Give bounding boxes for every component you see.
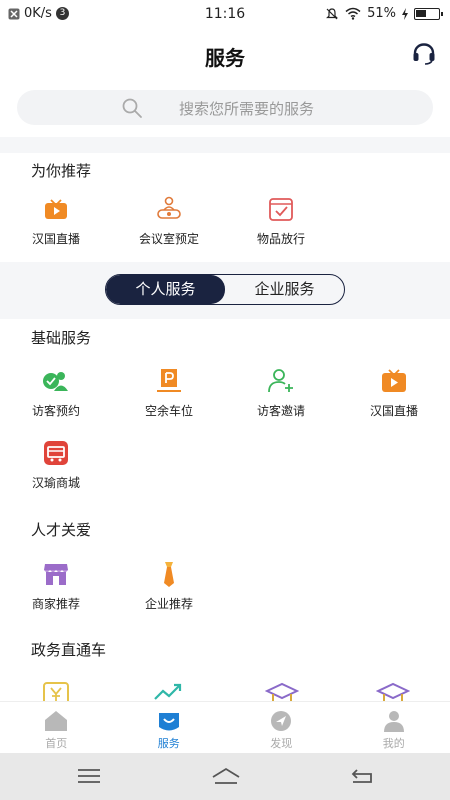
tab-label: 发现: [270, 737, 293, 750]
shop-icon: [44, 564, 68, 585]
basic-item-parking[interactable]: 空余车位: [113, 366, 225, 419]
visitor-invite-icon: [268, 369, 293, 393]
talent-item-label: 商家推荐: [31, 597, 80, 611]
recommend-item-meeting[interactable]: 会议室预定: [113, 194, 225, 247]
search-placeholder: 搜索您所需要的服务: [179, 100, 315, 118]
mall-icon: [44, 441, 68, 465]
wifi-icon: [345, 7, 361, 20]
mute-bell-icon: [326, 7, 339, 19]
tab-label: 服务: [157, 737, 180, 750]
graduation-cap-icon[interactable]: [376, 681, 410, 701]
compass-icon: [271, 711, 292, 731]
system-nav-bar: [0, 753, 450, 800]
tab-label: 首页: [45, 737, 68, 750]
service-type-toggle: 个人服务 企业服务: [105, 274, 345, 305]
goods-release-icon: [269, 198, 293, 221]
bottom-tab-bar: 首页 服务 发现 我的: [0, 701, 450, 754]
home-nav-icon[interactable]: [211, 766, 241, 786]
battery-fill: [416, 9, 426, 17]
tab-personal-service[interactable]: 个人服务: [106, 275, 225, 304]
basic-services-title: 基础服务: [31, 329, 92, 347]
charging-icon: [402, 7, 408, 20]
divider-band: [0, 137, 450, 153]
home-icon: [45, 711, 68, 731]
tab-home[interactable]: 首页: [0, 702, 113, 754]
gov-icons-row: [0, 681, 450, 701]
menu-icon[interactable]: [76, 766, 102, 786]
recommend-title: 为你推荐: [31, 162, 92, 180]
talent-item-enterprise[interactable]: 企业推荐: [113, 559, 225, 612]
basic-item-visitor-booking[interactable]: 访客预约: [0, 366, 112, 419]
recommend-item-label: 物品放行: [256, 232, 305, 246]
status-right: 51%: [325, 6, 443, 21]
basic-item-live[interactable]: 汉国直播: [338, 366, 450, 419]
parking-icon: [157, 369, 181, 392]
live-tv-icon: [45, 199, 67, 219]
basic-item-label: 访客预约: [31, 404, 80, 418]
basic-item-label: 汉瑜商城: [31, 476, 80, 490]
app-header: 服务: [0, 28, 450, 78]
recommend-item-live[interactable]: 汉国直播: [0, 194, 112, 247]
talent-item-shop[interactable]: 商家推荐: [0, 559, 112, 612]
search-bar[interactable]: 搜索您所需要的服务: [17, 90, 433, 125]
battery-percent: 51%: [367, 6, 396, 21]
recommend-item-goods[interactable]: 物品放行: [225, 194, 337, 247]
basic-item-visitor-invite[interactable]: 访客邀请: [225, 366, 337, 419]
basic-item-label: 访客邀请: [256, 404, 305, 418]
customer-service-headset-icon[interactable]: [412, 42, 436, 66]
service-bag-icon: [158, 713, 179, 731]
battery-icon: [414, 7, 443, 20]
back-icon[interactable]: [349, 766, 375, 786]
tab-discover[interactable]: 发现: [225, 702, 338, 754]
live-tv-icon: [382, 369, 406, 392]
tab-label: 我的: [382, 737, 405, 750]
finance-icon[interactable]: [41, 681, 71, 701]
tab-mine[interactable]: 我的: [338, 702, 450, 754]
page-title: 服务: [205, 46, 245, 70]
status-bar: 0K/s 3 11:16 51%: [0, 0, 450, 28]
meeting-room-icon: [157, 196, 181, 219]
visitor-booking-icon: [43, 372, 68, 391]
basic-item-label: 汉国直播: [369, 404, 418, 418]
tab-service[interactable]: 服务: [113, 702, 226, 754]
basic-item-label: 空余车位: [144, 404, 193, 418]
basic-item-mall[interactable]: 汉瑜商城: [0, 438, 112, 491]
trend-chart-icon[interactable]: [153, 681, 183, 701]
tab-enterprise-service[interactable]: 企业服务: [225, 275, 344, 304]
user-icon: [383, 711, 404, 732]
search-icon: [122, 98, 142, 118]
enterprise-icon: [164, 562, 174, 587]
recommend-item-label: 汉国直播: [31, 232, 80, 246]
talent-care-title: 人才关爱: [31, 521, 92, 539]
gov-title: 政务直通车: [31, 641, 107, 659]
talent-item-label: 企业推荐: [144, 597, 193, 611]
graduation-cap-icon[interactable]: [265, 681, 299, 701]
recommend-item-label: 会议室预定: [138, 232, 199, 246]
